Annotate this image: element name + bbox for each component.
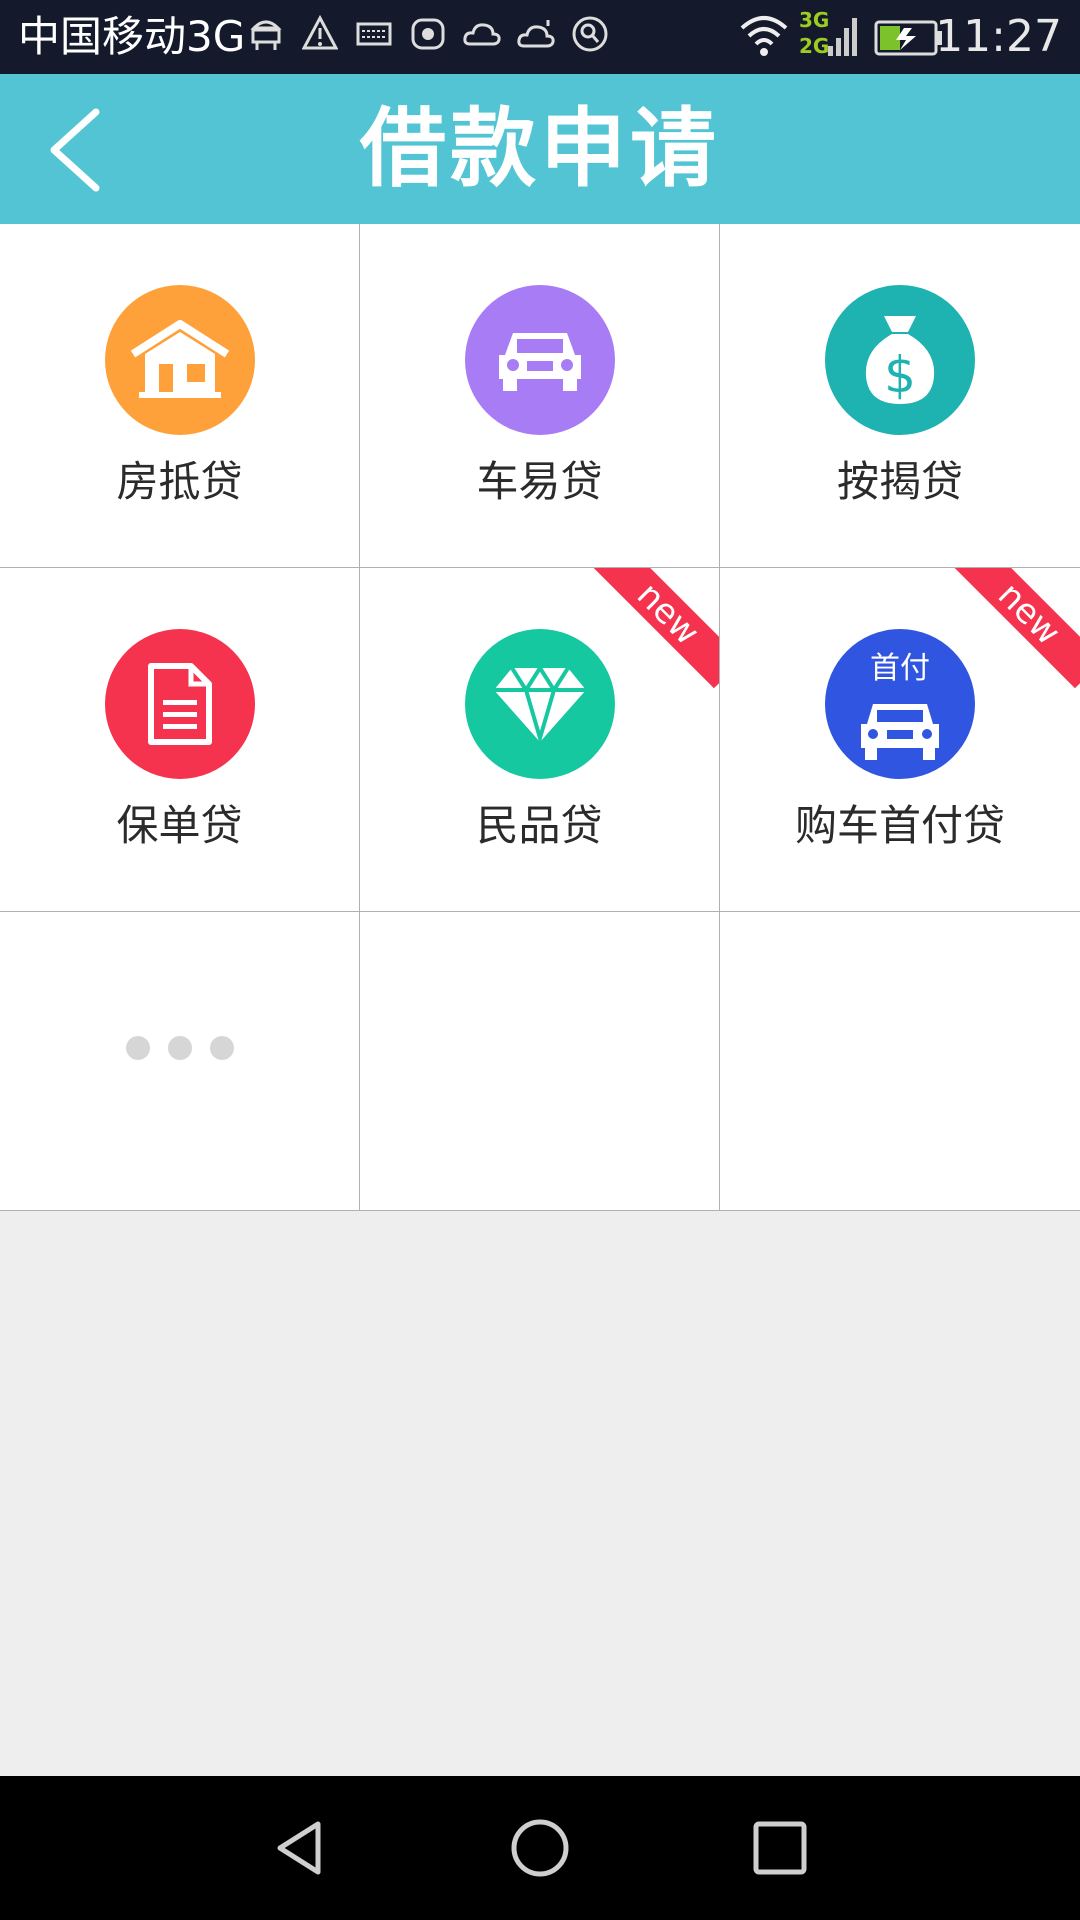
- svg-text:$: $: [884, 346, 916, 404]
- house-icon: [104, 285, 255, 435]
- loan-item-mortgage[interactable]: $ 按揭贷: [720, 224, 1080, 568]
- square-recents-icon: [753, 1821, 807, 1875]
- wifi-icon: [740, 16, 788, 56]
- page-title: 借款申请: [360, 99, 720, 199]
- document-icon: [104, 629, 255, 779]
- cloud-weather-icon: [517, 20, 555, 48]
- empty-cell: [720, 912, 1080, 1211]
- loan-item-property[interactable]: 房抵贷: [0, 224, 360, 568]
- loan-item-label: 民品贷: [476, 801, 603, 850]
- more-dots-icon: [0, 1036, 359, 1064]
- signal-strength-icon: [828, 18, 857, 56]
- car-downpayment-icon-text: 首付: [870, 651, 930, 686]
- cloud-icon: [463, 23, 501, 46]
- network-3g-label: 3G: [799, 8, 830, 32]
- clock: 11:27: [935, 11, 1062, 62]
- loan-item-car[interactable]: 车易贷: [360, 224, 720, 568]
- loan-item-label: 保单贷: [116, 801, 243, 850]
- money-bag-icon: $: [825, 285, 975, 435]
- loan-item-label: 房抵贷: [116, 457, 243, 506]
- keyboard-icon: [356, 22, 392, 46]
- system-nav-bar: [0, 1776, 1080, 1920]
- loan-type-grid: 房抵贷 车易贷 $ 按揭贷 保单贷 民品贷 new 首付 购车首付贷 new: [0, 224, 1080, 1211]
- battery-charging-icon: [874, 20, 942, 56]
- carrier-name: 中国移动3G: [18, 12, 246, 61]
- nav-recents-button[interactable]: [748, 1816, 812, 1880]
- app-notification-icon: [411, 18, 445, 50]
- circle-home-icon: [511, 1819, 569, 1877]
- triangle-back-icon: [277, 1821, 321, 1875]
- search-circle-icon: [572, 16, 608, 52]
- car-icon: [464, 285, 615, 435]
- loan-item-label: 按揭贷: [836, 457, 963, 506]
- new-badge: new: [593, 568, 719, 689]
- more-loans-button[interactable]: [0, 912, 360, 1211]
- android-debug-icon: [250, 20, 282, 50]
- nav-back-button[interactable]: [268, 1816, 332, 1880]
- loan-item-policy[interactable]: 保单贷: [0, 568, 360, 912]
- loan-item-label: 车易贷: [476, 457, 603, 506]
- status-bar: 中国移动3G 3G 2G 11:27: [0, 0, 1080, 74]
- nav-home-button[interactable]: [508, 1816, 572, 1880]
- network-2g-label: 2G: [799, 34, 830, 58]
- header: 借款申请: [0, 74, 1080, 224]
- loan-item-consumer-goods[interactable]: 民品贷 new: [360, 568, 720, 912]
- empty-cell: [360, 912, 720, 1211]
- diamond-icon: [464, 629, 615, 779]
- loan-item-car-downpayment[interactable]: 首付 购车首付贷 new: [720, 568, 1080, 912]
- warning-icon: [302, 14, 338, 50]
- loan-item-label: 购车首付贷: [794, 801, 1005, 850]
- car-downpayment-icon: 首付: [825, 629, 975, 779]
